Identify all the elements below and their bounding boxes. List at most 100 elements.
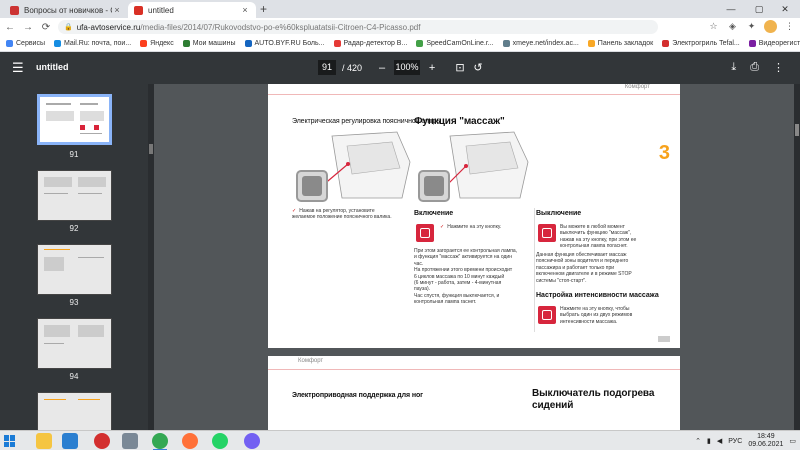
maximize-icon[interactable]: ▢: [746, 0, 772, 18]
bookmark-item[interactable]: Видеорегистратор...: [748, 40, 800, 47]
pdf-favicon-icon: [134, 5, 143, 15]
bookmark-label: Радар-детектор В...: [343, 40, 408, 47]
massage-on-press: ✓ Нажмите на эту кнопку.: [440, 224, 502, 230]
minimize-icon[interactable]: —: [718, 0, 744, 18]
bookmark-item[interactable]: Электрогриль Tefal...: [662, 40, 740, 47]
back-icon[interactable]: ←: [2, 22, 18, 33]
file-explorer-icon[interactable]: [36, 433, 52, 449]
bookmark-label: Mail.Ru: почта, пои...: [64, 40, 132, 47]
profile-avatar[interactable]: [764, 20, 777, 33]
leg-support-title: Электроприводная поддержка для ног: [292, 392, 423, 399]
bookmark-item[interactable]: AUTO.BYF.RU Боль...: [244, 40, 325, 47]
text-line: контрольная лампа гаснет.: [414, 299, 477, 306]
thumbnail-page-92[interactable]: [37, 170, 112, 221]
new-tab-button[interactable]: +: [260, 3, 267, 15]
address-bar[interactable]: 🔒 ufa-avtoservice.ru /media-files/2014/0…: [58, 20, 658, 34]
fit-page-icon[interactable]: ⊡: [454, 61, 466, 74]
forward-icon[interactable]: →: [20, 22, 36, 33]
tab-forum[interactable]: Вопросы от новичков - Стран ×: [4, 2, 128, 18]
thumbnail-page-93[interactable]: [37, 244, 112, 295]
windows-start-icon[interactable]: [4, 435, 16, 447]
bookmark-label: Мои машины: [192, 40, 236, 47]
bookmark-label: Видеорегистратор...: [758, 40, 800, 47]
bookmark-item[interactable]: Мои машины: [182, 40, 236, 47]
reload-icon[interactable]: ⟳: [38, 22, 54, 33]
bookmark-item[interactable]: SpeedCamOnLine.r...: [416, 40, 494, 47]
lumbar-instructions: ✓ Нажав на регулятор, установите желаемое…: [292, 208, 392, 221]
forum-favicon-icon: [10, 5, 19, 15]
seat-heating-title-line2: сидений: [532, 400, 574, 411]
total-pages: / 420: [342, 62, 363, 73]
zoom-in-button[interactable]: +: [426, 62, 438, 74]
extensions-puzzle-icon[interactable]: ✦: [745, 20, 758, 33]
tray-up-arrow-icon[interactable]: ⌃: [695, 437, 701, 445]
document-scrollbar[interactable]: [794, 84, 800, 430]
chrome-icon[interactable]: [152, 433, 168, 450]
close-tab-icon[interactable]: ×: [240, 5, 250, 15]
thumbnail-page-95[interactable]: [37, 392, 112, 430]
windows-taskbar: ⌃ ▮ ◀ РУС 18:49 09.06.2021 ▭: [0, 430, 800, 450]
download-icon[interactable]: ⤓: [731, 61, 736, 74]
internet-explorer-icon[interactable]: [62, 433, 78, 449]
seat-heating-title-line1: Выключатель подогрева: [532, 388, 655, 399]
tab-title: Вопросы от новичков - Стран: [24, 5, 112, 15]
rotate-icon[interactable]: ↺: [472, 61, 484, 74]
lock-icon: 🔒: [64, 24, 73, 31]
text-line: интенсивности массажа.: [560, 318, 618, 325]
viber-icon[interactable]: [244, 433, 260, 449]
more-menu-icon[interactable]: ⋮: [783, 20, 796, 33]
thumbnail-label: 91: [69, 150, 79, 159]
massage-off-button-icon: [538, 224, 556, 242]
print-icon[interactable]: ⎙: [750, 61, 759, 74]
bookmark-item[interactable]: Яндекс: [140, 40, 174, 47]
menu-icon[interactable]: ☰: [12, 61, 24, 74]
more-options-icon[interactable]: ⋮: [773, 61, 784, 74]
pdf-page-91: Комфорт 3 Электрическая регулировка пояс…: [268, 84, 680, 348]
thumbnail-page-91[interactable]: [37, 94, 112, 145]
whatsapp-icon[interactable]: [212, 433, 228, 449]
bookmark-item[interactable]: Сервисы: [6, 40, 45, 47]
notifications-icon[interactable]: ▭: [789, 437, 796, 445]
network-icon[interactable]: ▮: [707, 437, 711, 445]
url-host: ufa-avtoservice.ru: [76, 22, 141, 32]
volume-icon[interactable]: ◀: [717, 437, 722, 445]
firefox-icon[interactable]: [182, 433, 198, 449]
bookmark-icon: [182, 40, 190, 47]
calculator-icon[interactable]: [122, 433, 138, 449]
bookmark-icon: [416, 40, 424, 47]
massage-control-icon: [418, 170, 450, 202]
massage-intensity-text: Нажмите на эту кнопку, чтобы выбрать один…: [560, 306, 660, 325]
zoom-input[interactable]: 100%: [394, 60, 421, 75]
bookmark-icon: [587, 40, 595, 47]
zoom-out-button[interactable]: –: [376, 62, 388, 74]
bookmark-item[interactable]: Панель закладок: [587, 40, 653, 47]
massage-intensity-title: Настройка интенсивности массажа: [536, 292, 659, 299]
close-window-icon[interactable]: ✕: [772, 0, 798, 18]
page-header-text: Комфорт: [624, 84, 650, 90]
page-number-input[interactable]: 91: [318, 60, 336, 75]
bookmark-item[interactable]: Радар-детектор В...: [333, 40, 408, 47]
document-title: untitled: [36, 62, 69, 72]
bookmark-item[interactable]: xmeye.net/index.ac...: [502, 40, 579, 47]
massage-off-title: Выключение: [536, 210, 582, 217]
page-number-mark: [658, 336, 670, 342]
page-header-text: Комфорт: [298, 358, 324, 364]
massage-section-title: Функция "массаж": [414, 116, 505, 127]
star-icon[interactable]: ☆: [707, 20, 720, 33]
close-tab-icon[interactable]: ×: [112, 5, 122, 15]
thumbnail-page-94[interactable]: [37, 318, 112, 369]
extension-icon[interactable]: ◈: [726, 20, 739, 33]
bookmark-item[interactable]: Mail.Ru: почта, пои...: [54, 40, 131, 47]
language-indicator[interactable]: РУС: [728, 438, 742, 445]
opera-icon[interactable]: [94, 433, 110, 449]
bookmark-icon: [502, 40, 510, 47]
url-path: /media-files/2014/07/Rukovodstvo-po-e%60…: [140, 22, 421, 32]
tab-untitled[interactable]: untitled ×: [128, 2, 256, 18]
system-clock[interactable]: 18:49 09.06.2021: [748, 433, 783, 449]
thumbnail-label: 92: [69, 224, 79, 233]
bookmark-icon: [244, 40, 252, 47]
lumbar-control-icon: [296, 170, 328, 202]
bookmark-label: Сервисы: [16, 40, 46, 47]
chapter-number: 3: [658, 142, 670, 164]
bookmark-label: xmeye.net/index.ac...: [512, 40, 579, 47]
